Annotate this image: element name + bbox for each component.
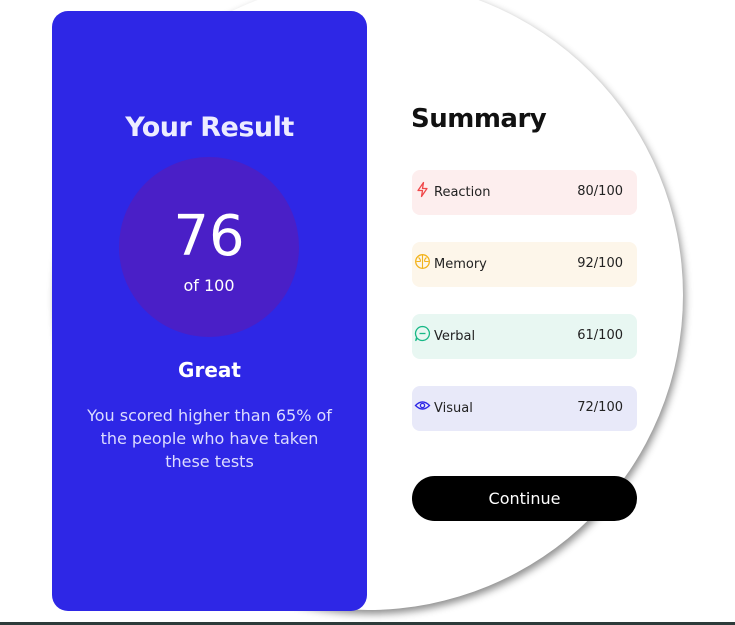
summary-label: Verbal <box>434 329 476 344</box>
summary-score: 61/100 <box>577 328 623 343</box>
score-max: of 100 <box>183 276 235 295</box>
result-panel: Your Result 76 of 100 Great You scored h… <box>52 11 367 611</box>
summary-row-visual: Visual 72/100 <box>412 386 637 431</box>
score-value: 76 <box>173 204 245 269</box>
score-circle: 76 of 100 <box>119 157 299 337</box>
rating-label: Great <box>178 358 241 382</box>
summary-label: Reaction <box>434 185 491 200</box>
summary-label: Visual <box>434 401 473 416</box>
lightning-icon <box>414 181 431 198</box>
summary-label: Memory <box>434 257 487 272</box>
result-title: Your Result <box>125 112 294 143</box>
summary-row-verbal: Verbal 61/100 <box>412 314 637 359</box>
continue-button[interactable]: Continue <box>412 476 637 521</box>
result-description: You scored higher than 65% of the people… <box>87 406 332 471</box>
summary-score: 92/100 <box>577 256 623 271</box>
brain-icon <box>414 253 431 270</box>
summary-row-memory: Memory 92/100 <box>412 242 637 287</box>
summary-score: 72/100 <box>577 400 623 415</box>
summary-score: 80/100 <box>577 184 623 199</box>
eye-icon <box>414 397 431 414</box>
chat-icon <box>414 325 431 342</box>
summary-row-reaction: Reaction 80/100 <box>412 170 637 215</box>
summary-title: Summary <box>411 104 547 134</box>
